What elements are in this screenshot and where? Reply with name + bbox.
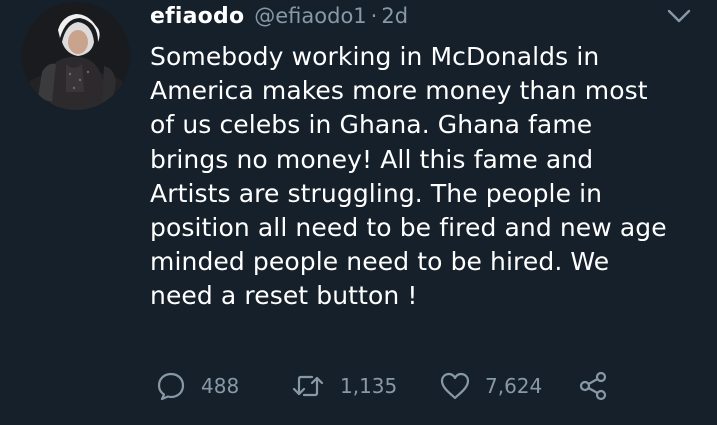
retweet-button[interactable]: 1,135 — [290, 366, 397, 406]
tweet-text-line: Somebody working in McDonalds in — [150, 42, 600, 71]
chevron-down-icon[interactable] — [666, 6, 692, 26]
tweet-header: efiaodo @efiaodo1 · 2d — [150, 4, 408, 32]
share-icon — [577, 370, 609, 402]
like-button[interactable]: 7,624 — [439, 366, 542, 406]
timestamp[interactable]: 2d — [381, 4, 408, 28]
avatar[interactable] — [22, 2, 130, 110]
tweet-text-line: brings no money! All this fame and — [150, 144, 594, 174]
retweet-count: 1,135 — [340, 374, 398, 398]
tweet-text: Somebody working in McDonalds in America… — [150, 40, 700, 314]
tweet-text-line: need a reset button ! — [150, 281, 418, 311]
heart-icon — [439, 370, 471, 402]
tweet-card[interactable]: efiaodo @efiaodo1 · 2d Somebody working … — [0, 0, 717, 425]
retweet-icon — [290, 370, 326, 402]
tweet-text-line: position all need to be fired and new ag… — [150, 213, 667, 243]
reply-icon — [155, 370, 187, 402]
reply-count: 488 — [201, 374, 240, 398]
like-count: 7,624 — [485, 374, 543, 398]
user-handle[interactable]: @efiaodo1 — [254, 4, 366, 28]
tweet-text-line: of us celebs in Ghana. Ghana fame — [150, 110, 593, 140]
display-name[interactable]: efiaodo — [150, 4, 244, 29]
tweet-actions: 488 1,135 7,624 — [155, 366, 625, 406]
tweet-text-line: minded people need to be hired. We — [150, 247, 610, 277]
tweet-text-line: America makes more money than most — [150, 76, 648, 106]
reply-button[interactable]: 488 — [155, 366, 239, 406]
share-button[interactable] — [577, 366, 609, 406]
tweet-text-line: Artists are struggling. The people in — [150, 178, 603, 208]
separator-dot: · — [370, 4, 378, 28]
